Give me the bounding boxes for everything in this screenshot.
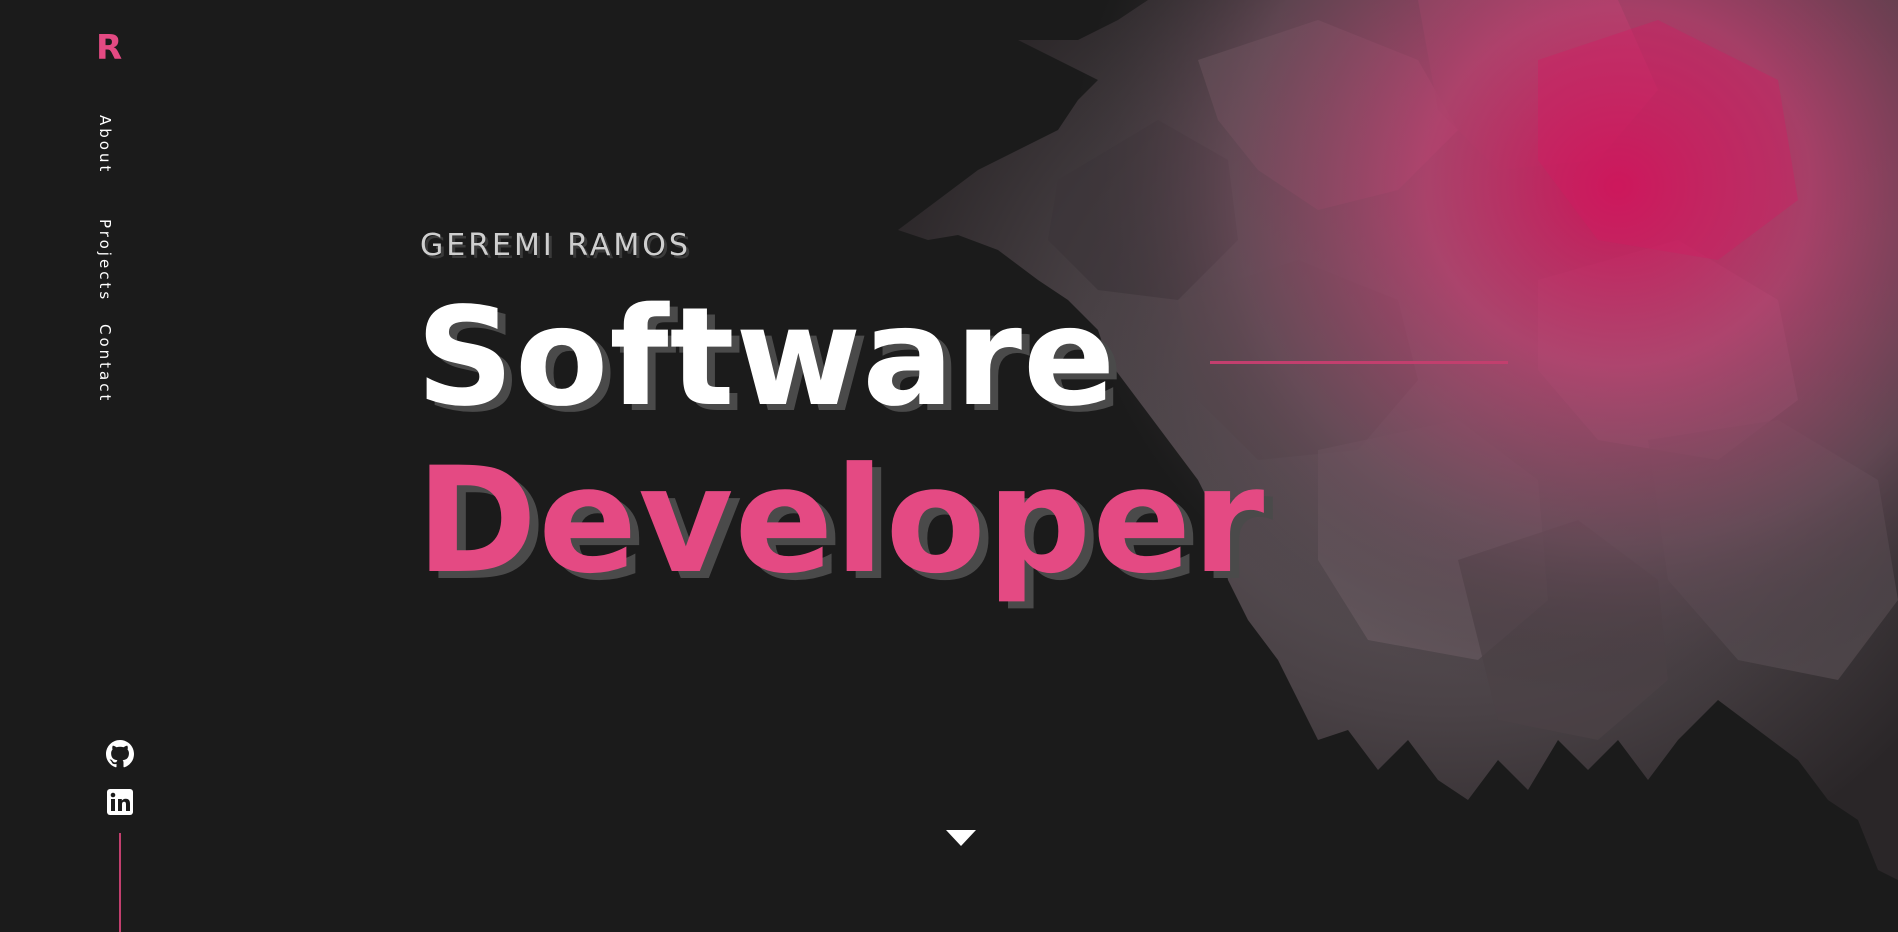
accent-line	[1210, 361, 1508, 364]
side-divider-line	[119, 833, 121, 932]
github-icon[interactable]	[106, 740, 134, 768]
hero-name: GEREMI RAMOS	[420, 228, 691, 263]
scroll-down-icon[interactable]	[946, 830, 976, 846]
nav-item-projects[interactable]: Projects	[96, 219, 114, 302]
site-logo[interactable]: R	[96, 28, 122, 68]
hero-title-line2: Developer	[416, 436, 1266, 606]
hero-title-line1: Software	[416, 279, 1117, 437]
nav-item-about[interactable]: About	[96, 115, 114, 174]
nav-item-contact[interactable]: Contact	[96, 324, 114, 403]
linkedin-icon[interactable]	[106, 788, 134, 816]
